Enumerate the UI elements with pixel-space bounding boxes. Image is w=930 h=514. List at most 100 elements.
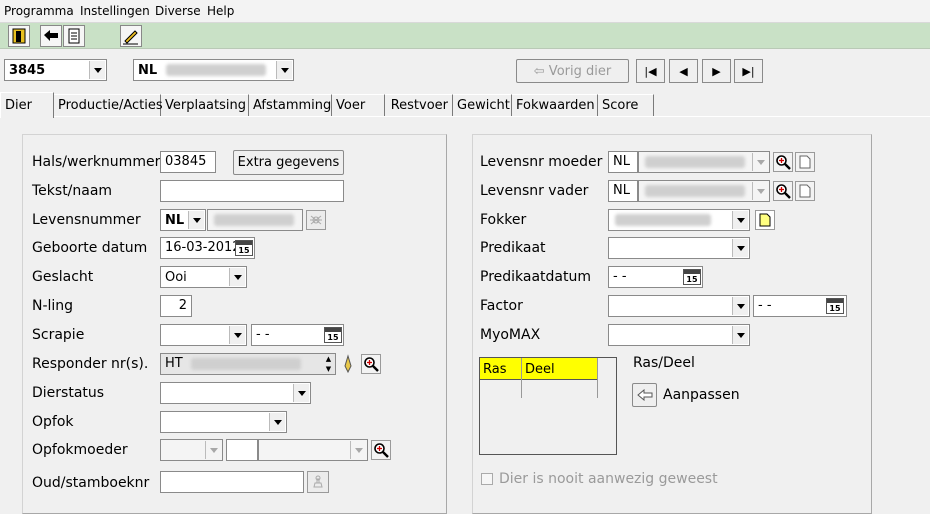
vader-doc-button[interactable]	[795, 181, 815, 201]
calendar-icon[interactable]: 15	[683, 269, 701, 285]
opfokmoeder-werknr-input[interactable]	[226, 439, 258, 461]
chevron-down-icon[interactable]	[229, 268, 245, 286]
geslacht-label: Geslacht	[32, 269, 94, 285]
hals-input[interactable]: 03845	[160, 151, 216, 173]
moeder-doc-button[interactable]	[795, 152, 815, 172]
pen-tool-icon	[344, 354, 352, 374]
calendar-icon[interactable]: 15	[826, 298, 844, 314]
tab-restvoer[interactable]: Restvoer	[385, 94, 453, 116]
vader-select[interactable]	[638, 180, 770, 202]
bug-icon	[310, 215, 322, 225]
lookup-button[interactable]	[306, 210, 326, 230]
nav-last-button[interactable]: ▶|	[734, 59, 763, 83]
nooit-aanwezig-checkbox[interactable]	[481, 473, 493, 485]
grid-col-divider	[521, 358, 522, 398]
country-code: NL	[138, 63, 158, 78]
menu-help[interactable]: Help	[207, 4, 234, 18]
geslacht-select[interactable]: Ooi	[160, 266, 247, 288]
predikaatdatum-value: - -	[613, 269, 627, 284]
opfokmoeder-search-button[interactable]	[371, 440, 391, 460]
chevron-down-icon[interactable]	[276, 61, 292, 79]
nav-next-button[interactable]: ▶	[702, 59, 731, 83]
document-button[interactable]	[63, 25, 85, 47]
responder-search-button[interactable]	[361, 354, 381, 374]
nling-input[interactable]: 2	[160, 295, 192, 317]
calendar-icon[interactable]: 15	[235, 240, 253, 256]
levensnummer-input[interactable]	[207, 209, 303, 231]
oud-lookup-button[interactable]	[307, 471, 329, 493]
fokker-select[interactable]	[608, 209, 750, 231]
responder-input[interactable]: HT	[160, 353, 336, 375]
exit-button[interactable]	[8, 25, 30, 47]
vader-search-button[interactable]	[773, 181, 793, 201]
edit-button[interactable]	[120, 25, 142, 47]
levensnummer-country: NL	[165, 213, 185, 228]
chevron-down-icon[interactable]	[732, 326, 748, 344]
rasdeel-label: Ras/Deel	[633, 355, 695, 371]
tab-dier[interactable]: Dier	[0, 92, 54, 118]
tab-voer[interactable]: Voer	[332, 94, 385, 116]
tab-productie[interactable]: Productie/Acties	[54, 94, 163, 116]
chevron-down-icon[interactable]	[269, 413, 285, 431]
dierstatus-select[interactable]	[160, 382, 311, 404]
ras-deel-grid[interactable]: Ras Deel	[479, 357, 617, 455]
moeder-country[interactable]: NL	[608, 151, 638, 173]
moeder-select[interactable]	[638, 151, 770, 173]
back-button[interactable]	[40, 25, 62, 47]
opfokmoeder-country-select[interactable]	[160, 439, 223, 461]
chevron-down-icon[interactable]	[752, 153, 768, 171]
responder-tool-button[interactable]	[340, 354, 356, 374]
opfok-select[interactable]	[160, 411, 287, 433]
moeder-label: Levensnr moeder	[480, 154, 603, 170]
oud-label: Oud/stamboeknr	[32, 475, 150, 491]
chevron-down-icon[interactable]	[293, 384, 309, 402]
chevron-down-icon[interactable]	[89, 61, 105, 79]
werknummer-combo[interactable]: 3845	[4, 59, 107, 81]
opfokmoeder-label: Opfokmoeder	[32, 442, 128, 458]
chevron-down-icon[interactable]	[205, 441, 221, 459]
tekst-input[interactable]	[160, 180, 344, 202]
exit-door-icon	[12, 28, 26, 44]
magnifier-icon	[374, 443, 389, 458]
scrapie-select[interactable]	[160, 324, 247, 346]
responder-spinner[interactable]: ▲ ▼	[322, 354, 335, 374]
factor-select[interactable]	[608, 295, 750, 317]
chevron-down-icon[interactable]	[229, 326, 245, 344]
predikaatdatum-label: Predikaatdatum	[480, 269, 592, 285]
arrow-left-icon	[636, 389, 652, 401]
predikaat-select[interactable]	[608, 237, 750, 259]
levensnummer-combo[interactable]: NL	[133, 59, 294, 81]
opfokmoeder-select[interactable]	[258, 439, 368, 461]
levensnummer-country-select[interactable]: NL	[160, 209, 206, 231]
menu-bar: Programma Instellingen Diverse Help	[0, 0, 930, 22]
menu-diverse[interactable]: Diverse	[155, 4, 201, 18]
nav-prev-button[interactable]: ◀	[669, 59, 698, 83]
moeder-search-button[interactable]	[773, 152, 793, 172]
tab-fokwaarden[interactable]: Fokwaarden	[512, 94, 598, 116]
extra-gegevens-button[interactable]: Extra gegevens	[233, 150, 344, 175]
chevron-down-icon[interactable]	[732, 297, 748, 315]
chevron-down-icon[interactable]	[188, 211, 204, 229]
tab-verplaatsing[interactable]: Verplaatsing	[161, 94, 249, 116]
redacted-number	[214, 214, 294, 226]
tab-afstamming[interactable]: Afstamming	[249, 94, 332, 116]
nav-first-button[interactable]: |◀	[636, 59, 665, 83]
menu-programma[interactable]: Programma	[4, 4, 74, 18]
grid-col-deel: Deel	[525, 362, 555, 377]
chevron-down-icon[interactable]	[732, 239, 748, 257]
tab-score[interactable]: Score	[598, 94, 654, 116]
myomax-select[interactable]	[608, 324, 750, 346]
fokker-new-button[interactable]	[755, 210, 775, 230]
prev-animal-button[interactable]: ⇦ Vorig dier	[516, 59, 629, 83]
menu-instellingen[interactable]: Instellingen	[80, 4, 150, 18]
chevron-down-icon[interactable]	[752, 182, 768, 200]
oud-input[interactable]	[160, 471, 304, 493]
scrapie-label: Scrapie	[32, 327, 85, 343]
tab-gewicht[interactable]: Gewicht	[453, 94, 512, 116]
vader-country[interactable]: NL	[608, 180, 638, 202]
aanpassen-button[interactable]	[632, 383, 657, 407]
redacted-number	[645, 185, 745, 197]
calendar-icon[interactable]: 15	[324, 327, 342, 343]
chevron-down-icon[interactable]	[732, 211, 748, 229]
chevron-down-icon[interactable]	[350, 441, 366, 459]
